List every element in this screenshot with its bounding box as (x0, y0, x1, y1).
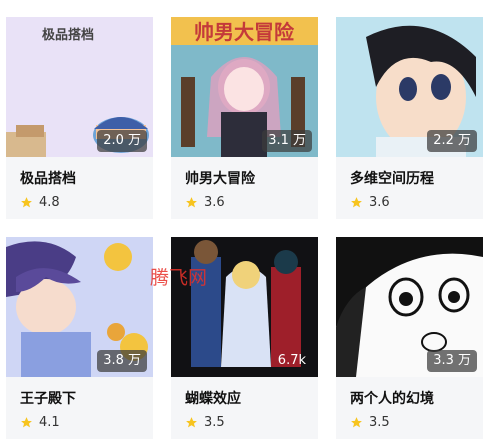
cover-title-text: 帅男大冒险 (194, 20, 295, 44)
view-count-badge: 6.7k (277, 353, 306, 368)
comic-title: 两个人的幻境 (350, 391, 434, 407)
star-icon (351, 196, 362, 207)
rating-score: 3.6 (204, 194, 225, 210)
comic-title: 极品搭档 (20, 171, 76, 187)
rating: 3.5 (350, 413, 390, 431)
rating: 3.6 (185, 193, 225, 211)
comic-cover[interactable]: 6.7k (171, 237, 318, 377)
comic-cover[interactable]: 帅男大冒险 3.1 万 (171, 17, 318, 157)
comic-cover[interactable]: 极品搭档 2.0 万 (6, 17, 153, 157)
rating-score: 3.5 (369, 414, 390, 430)
comic-card-shuainan-damaoxian[interactable]: 帅男大冒险 3.1 万 帅男大冒险 3.6 (171, 17, 318, 219)
comic-card-hudie-xiaoying[interactable]: 6.7k 蝴蝶效应 3.5 (171, 237, 318, 439)
comic-cover[interactable]: 2.2 万 (336, 17, 483, 157)
star-icon (351, 416, 362, 427)
star-icon (186, 416, 197, 427)
comic-title: 帅男大冒险 (185, 171, 255, 187)
view-count-badge: 2.0 万 (97, 130, 147, 152)
star-icon (21, 416, 32, 427)
star-icon (21, 196, 32, 207)
comic-card-wangzi-dianxia[interactable]: 3.8 万 王子殿下 4.1 (6, 237, 153, 439)
comic-card-jipin-dadang[interactable]: 极品搭档 2.0 万 极品搭档 4.8 (6, 17, 153, 219)
rating: 4.8 (20, 193, 60, 211)
comic-card-liangge-ren-huanjing[interactable]: 3.3 万 两个人的幻境 3.5 (336, 237, 483, 439)
rating-score: 3.6 (369, 194, 390, 210)
rating: 3.6 (350, 193, 390, 211)
view-count-badge: 3.3 万 (427, 350, 477, 372)
rating-score: 3.5 (204, 414, 225, 430)
view-count-badge: 2.2 万 (427, 130, 477, 152)
comic-cover[interactable]: 3.8 万 (6, 237, 153, 377)
rating: 4.1 (20, 413, 60, 431)
rating: 3.5 (185, 413, 225, 431)
rating-score: 4.1 (39, 414, 60, 430)
star-icon (186, 196, 197, 207)
comic-title: 多维空间历程 (350, 171, 434, 187)
rating-score: 4.8 (39, 194, 60, 210)
view-count-badge: 3.1 万 (262, 130, 312, 152)
comic-card-duowei-kongjian[interactable]: 2.2 万 多维空间历程 3.6 (336, 17, 483, 219)
view-count-badge: 3.8 万 (97, 350, 147, 372)
comic-cover[interactable]: 3.3 万 (336, 237, 483, 377)
comic-title: 王子殿下 (20, 391, 76, 407)
comic-title: 蝴蝶效应 (185, 391, 241, 407)
cover-title-text: 极品搭档 (42, 28, 95, 43)
